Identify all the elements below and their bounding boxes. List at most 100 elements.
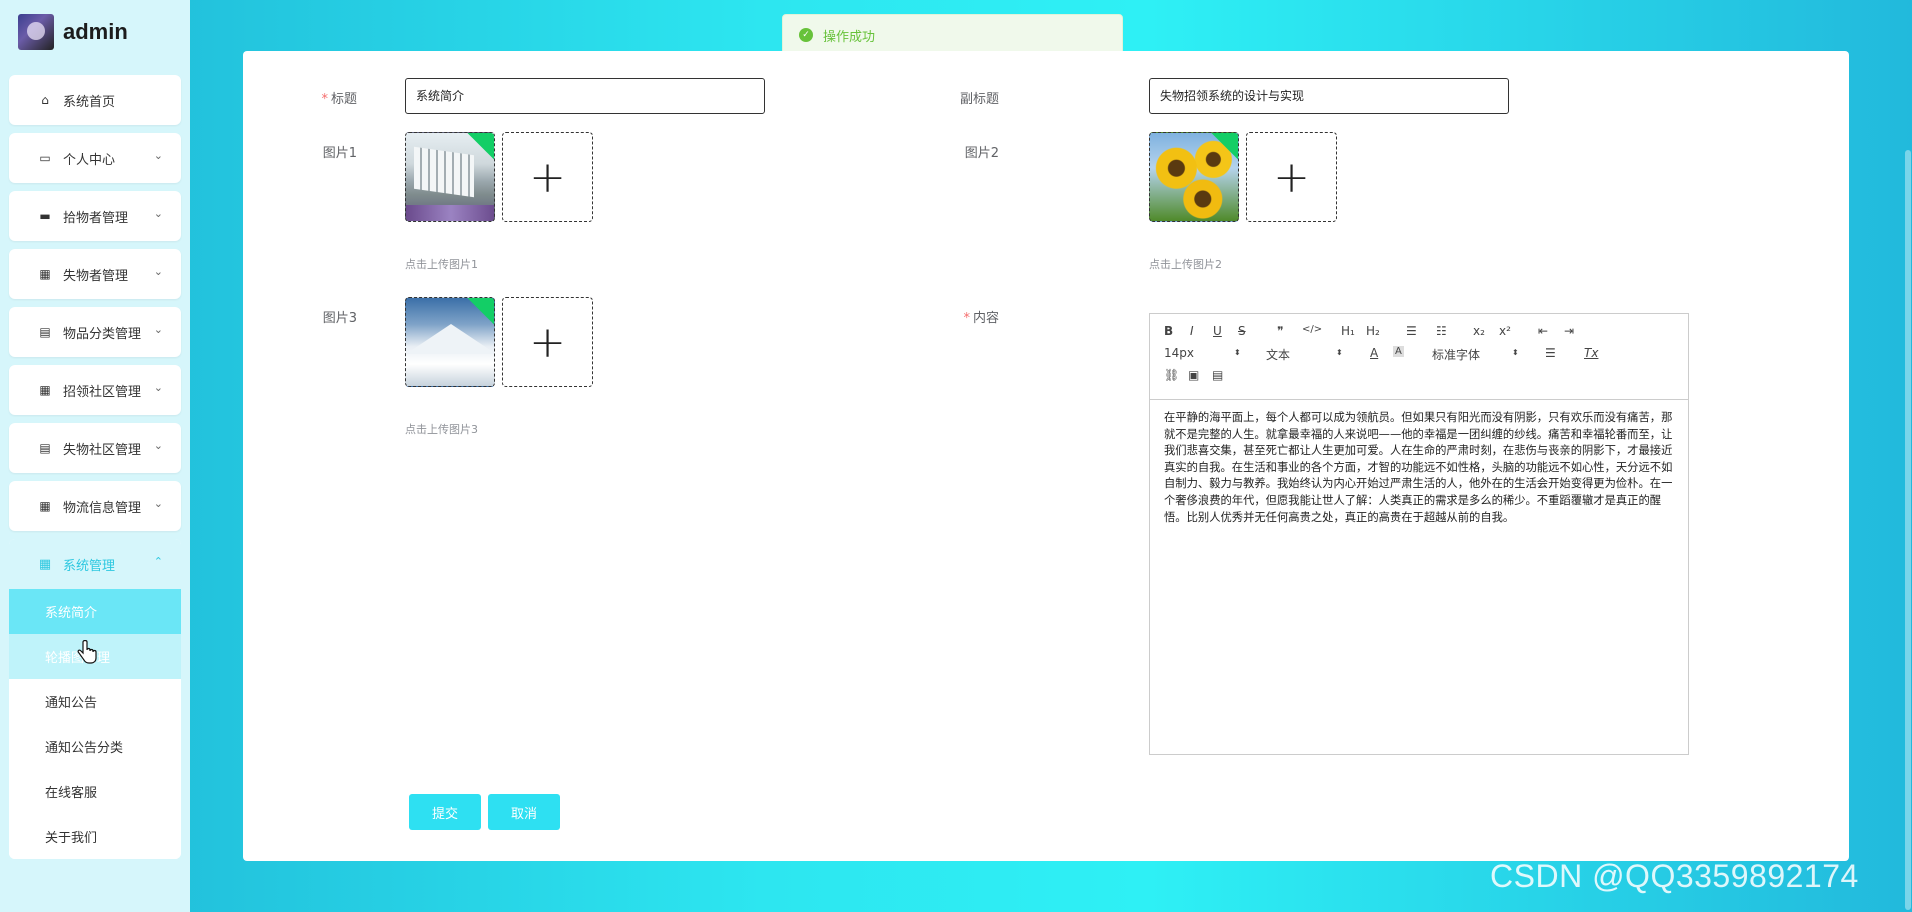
- sidebar-item-label: 拾物者管理: [63, 210, 129, 226]
- home-icon: ⌂: [41, 93, 49, 107]
- quote-icon[interactable]: ❞: [1277, 324, 1283, 338]
- editor-toolbar: B I U S ❞ </> H₁ H₂ ☰ ☷ x₂ x² ⇤ ⇥ 14px ⬍…: [1150, 314, 1688, 400]
- check-circle-icon: ✓: [799, 28, 813, 42]
- subtitle-label: 副标题: [959, 92, 999, 107]
- subtitle-input[interactable]: 失物招领系统的设计与实现: [1149, 78, 1509, 114]
- align-icon[interactable]: ☰: [1545, 346, 1556, 360]
- image2-hint: 点击上传图片2: [1149, 258, 1222, 271]
- background-color-icon[interactable]: A: [1393, 346, 1404, 357]
- sidebar-item-system[interactable]: ▦ 系统管理 ⌃: [9, 539, 181, 589]
- rich-text-editor: B I U S ❞ </> H₁ H₂ ☰ ☷ x₂ x² ⇤ ⇥ 14px ⬍…: [1149, 313, 1689, 755]
- ordered-list-icon[interactable]: ☰: [1406, 324, 1417, 338]
- sidebar-item-label: 失物者管理: [63, 268, 129, 284]
- image3-label: 图片3: [322, 311, 357, 326]
- grid-icon: ▦: [39, 499, 51, 513]
- image2-thumbnail[interactable]: [1149, 132, 1239, 222]
- sidebar-item-label: 物品分类管理: [63, 326, 142, 342]
- title-label: * 标题: [321, 92, 357, 107]
- chevron-down-icon: ⌄: [153, 381, 163, 394]
- h2-button[interactable]: H₂: [1366, 324, 1380, 338]
- italic-button[interactable]: I: [1190, 324, 1194, 338]
- chevron-down-icon: ⌄: [153, 265, 163, 278]
- sidebar-item-finder[interactable]: ▬ 拾物者管理 ⌄: [9, 191, 181, 241]
- page-scrollbar[interactable]: [1905, 150, 1911, 910]
- clear-format-icon[interactable]: Tx: [1584, 346, 1598, 360]
- indent-icon[interactable]: ⇥: [1564, 324, 1574, 338]
- image3-hint: 点击上传图片3: [405, 423, 478, 436]
- cancel-button[interactable]: 取消: [488, 794, 560, 830]
- sidebar-item-claim-community[interactable]: ▦ 招领社区管理 ⌄: [9, 365, 181, 415]
- font-color-icon[interactable]: A: [1370, 346, 1378, 360]
- chevron-down-icon: ⌄: [153, 439, 163, 452]
- clipboard-icon: ▤: [39, 325, 51, 339]
- subscript-button[interactable]: x₂: [1473, 324, 1485, 338]
- font-size-select[interactable]: 14px ⬍: [1164, 346, 1244, 360]
- brand: admin: [18, 14, 128, 50]
- code-icon[interactable]: </>: [1302, 324, 1322, 335]
- clipboard-icon: ▤: [39, 441, 51, 455]
- id-card-icon: ▭: [39, 151, 51, 165]
- h1-button[interactable]: H₁: [1341, 324, 1355, 338]
- image1-label: 图片1: [322, 146, 357, 161]
- image3-thumbnail[interactable]: [405, 297, 495, 387]
- link-icon[interactable]: ⛓: [1164, 368, 1179, 382]
- grid-icon: ▦: [38, 556, 52, 572]
- image1-upload-button[interactable]: +: [502, 132, 593, 222]
- chevron-down-icon: ⌄: [153, 207, 163, 220]
- sidebar-subitem-about[interactable]: 关于我们: [9, 814, 181, 859]
- font-family-select[interactable]: 标准字体 ⬍: [1432, 346, 1522, 363]
- sidebar-subitem-notice-category[interactable]: 通知公告分类: [9, 724, 181, 769]
- grid-icon: ▦: [39, 383, 51, 397]
- strike-button[interactable]: S: [1238, 324, 1246, 338]
- underline-button[interactable]: U: [1213, 324, 1222, 338]
- submit-button[interactable]: 提交: [409, 794, 481, 830]
- outdent-icon[interactable]: ⇤: [1538, 324, 1548, 338]
- content-label: * 内容: [963, 311, 999, 326]
- form-card: * 标题 系统简介 副标题 失物招领系统的设计与实现 图片1 + 点击上传图片1 …: [243, 51, 1849, 861]
- bold-button[interactable]: B: [1164, 324, 1173, 338]
- sidebar-item-label: 失物社区管理: [63, 442, 142, 458]
- bullet-list-icon[interactable]: ☷: [1436, 324, 1447, 338]
- sidebar-item-logistics[interactable]: ▦ 物流信息管理 ⌄: [9, 481, 181, 531]
- image3-upload-button[interactable]: +: [502, 297, 593, 387]
- image2-upload-button[interactable]: +: [1246, 132, 1337, 222]
- image1-hint: 点击上传图片1: [405, 258, 478, 271]
- avatar[interactable]: [18, 14, 54, 50]
- title-input[interactable]: 系统简介: [405, 78, 765, 114]
- sidebar-item-lost-community[interactable]: ▤ 失物社区管理 ⌄: [9, 423, 181, 473]
- sidebar-subitem-online-service[interactable]: 在线客服: [9, 769, 181, 814]
- chevron-up-icon: ⌃: [153, 555, 163, 568]
- image1-thumbnail[interactable]: [405, 132, 495, 222]
- watermark: CSDN @QQ3359892174: [1490, 858, 1859, 894]
- superscript-button[interactable]: x²: [1499, 324, 1511, 338]
- sidebar-item-label: 招领社区管理: [63, 384, 142, 400]
- sidebar-group-system: ▦ 系统管理 ⌃ 系统简介 轮播图管理 通知公告 通知公告分类 在线客服 关于我…: [9, 539, 181, 859]
- sidebar-item-label: 个人中心: [63, 152, 116, 168]
- select-caret-icon: ⬍: [1234, 348, 1241, 357]
- uploaded-badge: [466, 133, 494, 160]
- sidebar-subitem-notice[interactable]: 通知公告: [9, 679, 181, 724]
- grid-icon: ▦: [39, 267, 51, 281]
- image-icon[interactable]: ▣: [1188, 368, 1199, 382]
- video-icon[interactable]: ▤: [1212, 368, 1223, 382]
- sidebar-subitem-intro[interactable]: 系统简介: [9, 589, 181, 634]
- editor-content[interactable]: 在平静的海平面上，每个人都可以成为领航员。但如果只有阳光而没有阴影，只有欢乐而没…: [1150, 400, 1688, 536]
- sidebar-item-label: 系统管理: [63, 558, 116, 574]
- sidebar-item-profile[interactable]: ▭ 个人中心 ⌄: [9, 133, 181, 183]
- sidebar-item-loser[interactable]: ▦ 失物者管理 ⌄: [9, 249, 181, 299]
- uploaded-badge: [1210, 133, 1238, 160]
- chevron-down-icon: ⌄: [153, 323, 163, 336]
- sidebar-item-label: 物流信息管理: [63, 500, 142, 516]
- text-style-select[interactable]: 文本 ⬍: [1266, 346, 1346, 363]
- success-toast: ✓ 操作成功: [782, 14, 1123, 56]
- select-caret-icon: ⬍: [1512, 348, 1519, 357]
- brand-name: admin: [63, 19, 128, 44]
- briefcase-icon: ▬: [39, 209, 51, 223]
- sidebar-item-label: 系统首页: [63, 94, 116, 110]
- sidebar-item-category[interactable]: ▤ 物品分类管理 ⌄: [9, 307, 181, 357]
- image2-label: 图片2: [964, 146, 999, 161]
- uploaded-badge: [466, 298, 494, 325]
- hand-cursor-icon: [77, 640, 97, 664]
- sidebar-item-home[interactable]: ⌂ 系统首页: [9, 75, 181, 125]
- sidebar-menu: ⌂ 系统首页 ▭ 个人中心 ⌄ ▬ 拾物者管理 ⌄ ▦ 失物者管理 ⌄ ▤ 物品…: [9, 75, 181, 859]
